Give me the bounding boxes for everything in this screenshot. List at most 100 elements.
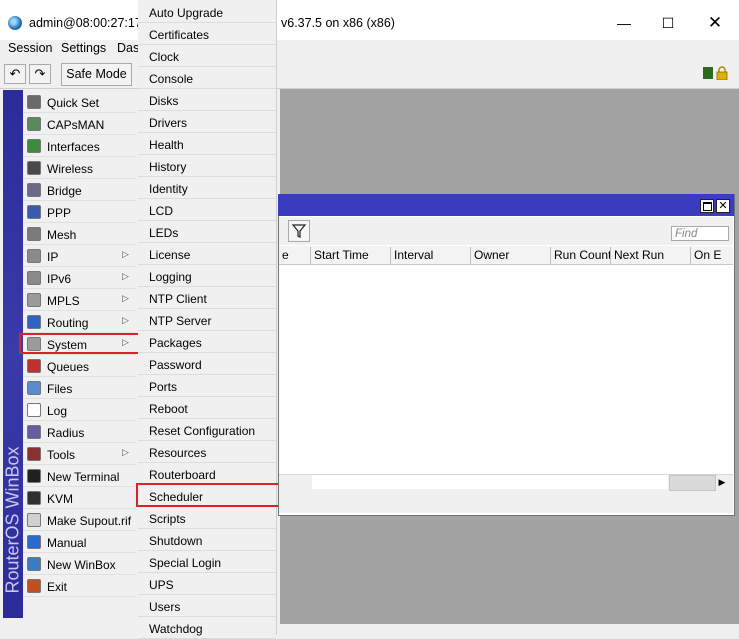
submenu-item-health[interactable]: Health (138, 133, 276, 155)
submenu-item-password[interactable]: Password (138, 353, 276, 375)
submenu-item-ports[interactable]: Ports (138, 375, 276, 397)
sidebar-item-mesh[interactable]: Mesh (23, 223, 136, 245)
column-next-run[interactable]: Next Run (610, 247, 690, 264)
sidebar-item-log[interactable]: Log (23, 399, 136, 421)
maximize-button[interactable]: ☐ (658, 14, 678, 32)
redo-button[interactable]: ↷ (29, 64, 51, 84)
submenu-item-drivers[interactable]: Drivers (138, 111, 276, 133)
submenu-item-label: Certificates (149, 28, 210, 42)
safe-mode-button[interactable]: Safe Mode (61, 63, 132, 86)
submenu-item-ntp-client[interactable]: NTP Client (138, 287, 276, 309)
scrollbar-thumb[interactable] (669, 475, 716, 491)
submenu-item-console[interactable]: Console (138, 67, 276, 89)
sidebar-item-manual[interactable]: Manual (23, 531, 136, 553)
minimize-button[interactable]: — (614, 14, 634, 32)
column-interval[interactable]: Interval (390, 247, 470, 264)
undo-button[interactable]: ↶ (4, 64, 26, 84)
sidebar-item-kvm[interactable]: KVM (23, 487, 136, 509)
sidebar-item-ppp[interactable]: PPP (23, 201, 136, 223)
winbox-app-icon (8, 16, 22, 30)
column-name[interactable]: e (279, 247, 312, 264)
scrollbar-track[interactable] (312, 475, 668, 489)
submenu-item-history[interactable]: History (138, 155, 276, 177)
system-highlight-box (19, 333, 147, 354)
sidebar-item-radius[interactable]: Radius (23, 421, 136, 443)
submenu-item-routerboard[interactable]: Routerboard (138, 463, 276, 485)
mpls-icon (27, 293, 41, 307)
sidebar-item-bridge[interactable]: Bridge (23, 179, 136, 201)
sidebar-item-label: New WinBox (47, 558, 116, 572)
submenu-item-reboot[interactable]: Reboot (138, 397, 276, 419)
submenu-item-shutdown[interactable]: Shutdown (138, 529, 276, 551)
submenu-item-ntp-server[interactable]: NTP Server (138, 309, 276, 331)
scheduler-title-bar[interactable] (278, 194, 734, 216)
submenu-item-label: License (149, 248, 191, 262)
sidebar-item-ip[interactable]: IP ▷ (23, 245, 136, 267)
submenu-item-label: Disks (149, 94, 179, 108)
submenu-item-watchdog[interactable]: Watchdog (138, 617, 276, 639)
scroll-right-button[interactable]: ▶ (715, 475, 729, 489)
submenu-item-label: NTP Client (149, 292, 207, 306)
submenu-item-scripts[interactable]: Scripts (138, 507, 276, 529)
sidebar-item-label: Quick Set (47, 96, 100, 110)
kvm-icon (27, 491, 41, 505)
sidebar-item-label: Log (47, 404, 68, 418)
sidebar-item-exit[interactable]: Exit (23, 575, 136, 597)
submenu-item-identity[interactable]: Identity (138, 177, 276, 199)
find-input[interactable] (671, 226, 729, 241)
submenu-item-packages[interactable]: Packages (138, 331, 276, 353)
submenu-item-auto-upgrade[interactable]: Auto Upgrade (138, 1, 276, 23)
submenu-item-resources[interactable]: Resources (138, 441, 276, 463)
scheduler-close-button[interactable]: ✕ (716, 199, 730, 213)
column-start-time[interactable]: Start Time (310, 247, 390, 264)
submenu-item-license[interactable]: License (138, 243, 276, 265)
sidebar-item-mpls[interactable]: MPLS ▷ (23, 289, 136, 311)
scheduler-table-body[interactable] (279, 265, 733, 473)
submenu-item-special-login[interactable]: Special Login (138, 551, 276, 573)
submenu-item-label: Shutdown (149, 534, 203, 548)
column-run-count[interactable]: Run Count (550, 247, 610, 264)
submenu-item-disks[interactable]: Disks (138, 89, 276, 111)
sidebar-item-interfaces[interactable]: Interfaces (23, 135, 136, 157)
submenu-item-label: Packages (149, 336, 202, 350)
sidebar-item-make-supout-rif[interactable]: Make Supout.rif (23, 509, 136, 531)
column-on-event[interactable]: On E (690, 247, 734, 264)
submenu-item-label: Resources (149, 446, 207, 460)
sidebar-item-files[interactable]: Files (23, 377, 136, 399)
sidebar-item-capsman[interactable]: CAPsMAN (23, 113, 136, 135)
sidebar-item-new-winbox[interactable]: New WinBox (23, 553, 136, 575)
submenu-item-label: Routerboard (149, 468, 216, 482)
tools-icon (27, 447, 41, 461)
submenu-arrow-icon: ▷ (122, 447, 129, 457)
submenu-item-logging[interactable]: Logging (138, 265, 276, 287)
submenu-item-leds[interactable]: LEDs (138, 221, 276, 243)
column-owner[interactable]: Owner (470, 247, 550, 264)
sidebar-item-label: MPLS (47, 294, 80, 308)
submenu-item-label: History (149, 160, 187, 174)
sidebar-item-label: Mesh (47, 228, 77, 242)
submenu-item-users[interactable]: Users (138, 595, 276, 617)
sidebar-item-ipv6[interactable]: IPv6 ▷ (23, 267, 136, 289)
submenu-item-reset-configuration[interactable]: Reset Configuration (138, 419, 276, 441)
close-button[interactable]: ✕ (705, 14, 725, 32)
menu-dashboard[interactable]: Das (117, 41, 139, 55)
submenu-item-certificates[interactable]: Certificates (138, 23, 276, 45)
submenu-item-ups[interactable]: UPS (138, 573, 276, 595)
submenu-item-clock[interactable]: Clock (138, 45, 276, 67)
submenu-item-lcd[interactable]: LCD (138, 199, 276, 221)
sidebar-item-quick-set[interactable]: Quick Set (23, 91, 136, 113)
sidebar-item-wireless[interactable]: Wireless (23, 157, 136, 179)
submenu-arrow-icon: ▷ (122, 271, 129, 281)
sidebar-item-label: Wireless (47, 162, 94, 176)
filter-button[interactable] (288, 220, 310, 242)
sidebar-item-queues[interactable]: Queues (23, 355, 136, 377)
sidebar-item-new-terminal[interactable]: New Terminal (23, 465, 136, 487)
sidebar-item-routing[interactable]: Routing ▷ (23, 311, 136, 333)
menu-settings[interactable]: Settings (61, 41, 106, 55)
terminal-icon (27, 469, 41, 483)
scheduler-maximize-button[interactable] (700, 199, 714, 213)
menu-session[interactable]: Session (8, 41, 52, 55)
ppp-icon (27, 205, 41, 219)
sidebar-item-label: Exit (47, 580, 68, 594)
sidebar-item-tools[interactable]: Tools ▷ (23, 443, 136, 465)
